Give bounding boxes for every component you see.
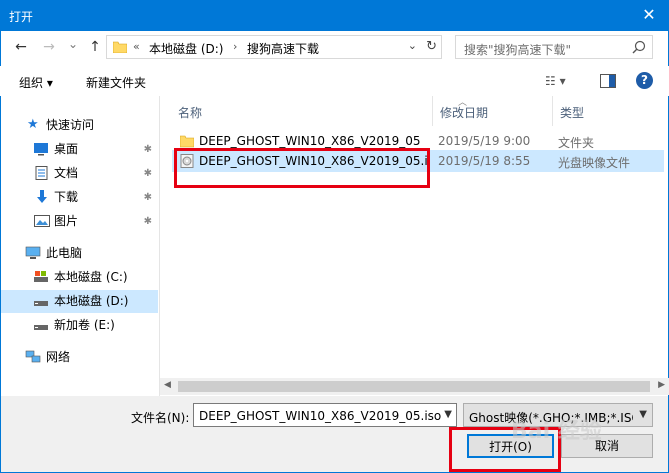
up-button[interactable]: ↑	[86, 39, 104, 55]
sidebar-item-drive-c[interactable]: 本地磁盘 (C:)	[1, 266, 158, 289]
drive-icon	[34, 325, 48, 330]
address-bar[interactable]: « 本地磁盘 (D:) › 搜狗高速下载 ⌄ ↻	[106, 35, 442, 59]
sidebar-item-label: 下载	[54, 190, 79, 204]
column-type[interactable]: 类型	[560, 104, 584, 121]
window-title: 打开	[9, 10, 34, 24]
sidebar-item-label: 本地磁盘 (C:)	[54, 270, 128, 284]
scroll-right-icon[interactable]: ▶	[658, 380, 665, 390]
sidebar-item-label: 文档	[54, 166, 79, 180]
sidebar-item-label: 快速访问	[46, 118, 95, 132]
back-button[interactable]: ←	[12, 39, 30, 55]
download-icon	[37, 190, 47, 203]
column-divider[interactable]	[552, 96, 553, 126]
pin-icon[interactable]: ✱	[144, 162, 152, 185]
sidebar-item-label: 此电脑	[46, 246, 83, 260]
pane-divider[interactable]	[159, 96, 160, 396]
sidebar-item-documents[interactable]: 文档 ✱	[1, 162, 158, 185]
file-name: DEEP_GHOST_WIN10_X86_V2019_05	[199, 134, 421, 148]
search-placeholder: 搜索"搜狗高速下载"	[464, 43, 572, 57]
file-type: 光盘映像文件	[558, 156, 631, 170]
sidebar-item-drive-e[interactable]: 新加卷 (E:)	[1, 314, 158, 337]
watermark: Bai 经验	[511, 419, 602, 444]
close-button[interactable]: ✕	[639, 5, 659, 25]
address-dropdown-icon[interactable]: ⌄	[408, 39, 417, 52]
search-input[interactable]: 搜索"搜狗高速下载"	[455, 35, 653, 59]
recent-dropdown-icon[interactable]: ⌄	[64, 36, 82, 52]
refresh-button[interactable]: ↻	[426, 39, 437, 54]
sidebar-item-desktop[interactable]: 桌面 ✱	[1, 138, 158, 161]
sidebar-item-quick-access[interactable]: ★ 快速访问	[1, 114, 158, 137]
toolbar: 组织 ▾ 新建文件夹 ☷ ▾ ?	[0, 66, 669, 96]
filename-value: DEEP_GHOST_WIN10_X86_V2019_05.iso	[199, 409, 442, 423]
sidebar-item-this-pc[interactable]: 此电脑	[1, 242, 158, 265]
pictures-icon	[34, 215, 50, 227]
column-name[interactable]: 名称	[178, 104, 202, 121]
sidebar-item-drive-d[interactable]: 本地磁盘 (D:)	[1, 290, 158, 313]
folder-icon	[180, 135, 194, 148]
new-folder-button[interactable]: 新建文件夹	[86, 74, 146, 91]
desktop-icon	[34, 143, 48, 156]
column-header: ︿ 名称 修改日期 类型	[160, 96, 669, 126]
path-segment-d-drive[interactable]: 本地磁盘 (D:)	[149, 40, 223, 57]
computer-icon	[25, 246, 41, 259]
organize-menu[interactable]: 组织 ▾	[19, 74, 53, 91]
chevron-down-icon[interactable]: ▼	[639, 409, 647, 420]
filename-label: 文件名(N):	[131, 411, 190, 425]
path-separator-icon[interactable]: ›	[233, 40, 237, 53]
drive-icon	[34, 271, 48, 282]
navigation-pane: ★ 快速访问 桌面 ✱ 文档 ✱ 下载 ✱ 图片 ✱ 此电脑 本地磁盘 (C:)…	[1, 96, 159, 396]
forward-button[interactable]: →	[40, 39, 58, 55]
column-divider[interactable]	[432, 96, 433, 126]
pin-icon[interactable]: ✱	[144, 186, 152, 209]
view-options-icon[interactable]: ☷ ▾	[545, 74, 566, 88]
search-icon	[632, 40, 646, 54]
sidebar-item-label: 新加卷 (E:)	[54, 318, 115, 332]
sidebar-item-network[interactable]: 网络	[1, 346, 158, 369]
scroll-thumb[interactable]	[178, 381, 650, 392]
folder-icon	[113, 41, 127, 53]
path-overflow-icon[interactable]: «	[133, 40, 140, 53]
horizontal-scrollbar[interactable]: ◀ ▶	[160, 378, 669, 395]
help-icon[interactable]: ?	[636, 72, 653, 89]
sidebar-item-label: 图片	[54, 214, 79, 228]
sidebar-item-label: 网络	[46, 350, 71, 364]
scroll-left-icon[interactable]: ◀	[164, 380, 171, 390]
file-date: 2019/5/19 8:55	[438, 154, 531, 168]
sidebar-item-pictures[interactable]: 图片 ✱	[1, 210, 158, 233]
preview-pane-icon[interactable]	[600, 74, 616, 88]
column-date[interactable]: 修改日期	[440, 104, 488, 121]
pin-icon[interactable]: ✱	[144, 210, 152, 233]
path-segment-folder[interactable]: 搜狗高速下载	[247, 40, 319, 57]
sidebar-item-downloads[interactable]: 下载 ✱	[1, 186, 158, 209]
filename-input[interactable]: DEEP_GHOST_WIN10_X86_V2019_05.iso ▼	[193, 403, 457, 427]
drive-icon	[34, 301, 48, 306]
documents-icon	[35, 166, 48, 180]
network-icon	[25, 350, 41, 363]
title-bar: 打开 ✕	[0, 0, 669, 31]
file-date: 2019/5/19 9:00	[438, 134, 531, 148]
sidebar-item-label: 本地磁盘 (D:)	[54, 294, 129, 308]
highlight-box	[174, 148, 430, 188]
file-type: 文件夹	[558, 136, 595, 150]
star-icon: ★	[27, 117, 39, 132]
chevron-down-icon[interactable]: ▼	[444, 409, 452, 420]
sidebar-item-label: 桌面	[54, 142, 79, 156]
pin-icon[interactable]: ✱	[144, 138, 152, 161]
